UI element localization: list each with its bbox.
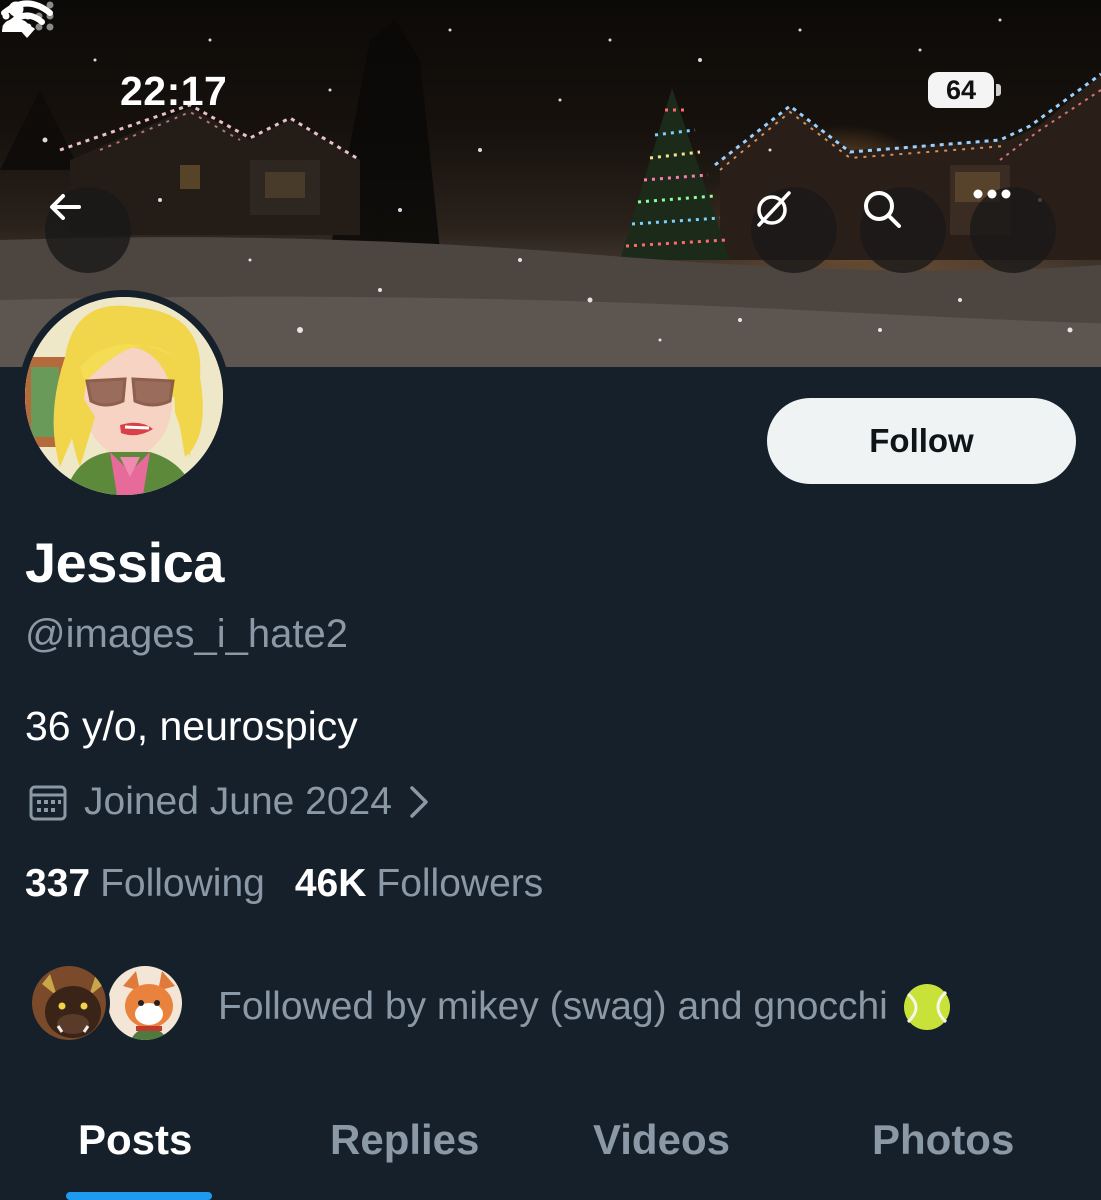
wifi-icon (1, 0, 53, 38)
active-tab-indicator (66, 1192, 212, 1200)
search-icon (864, 191, 901, 228)
followed-by-text[interactable]: Followed by mikey (swag) and gnocchi (218, 982, 952, 1032)
followers-label: Followers (376, 862, 544, 905)
battery-icon: 64 (928, 72, 1001, 108)
tab-replies[interactable]: Replies (330, 1116, 479, 1164)
chevron-right-icon (410, 786, 428, 818)
more-button[interactable] (970, 187, 1056, 273)
more-icon (973, 189, 1011, 199)
followers-link[interactable]: 46K Followers (295, 862, 543, 906)
grok-button[interactable] (751, 187, 837, 273)
follower-avatar-mikey[interactable] (28, 962, 110, 1044)
tab-photos[interactable]: Photos (872, 1116, 1014, 1164)
mikey-avatar-image (32, 966, 106, 1040)
follower-avatar-gnocchi[interactable] (104, 962, 186, 1044)
profile-handle: @images_i_hate2 (25, 612, 349, 656)
grok-icon (757, 191, 791, 227)
back-arrow-icon (50, 194, 81, 220)
tab-videos[interactable]: Videos (593, 1116, 730, 1164)
battery-level: 64 (928, 72, 994, 108)
joined-date: Joined June 2024 (84, 780, 392, 823)
followers-count: 46K (294, 862, 367, 905)
follow-stats: 337 Following 46K Followers (25, 862, 543, 906)
follow-button[interactable]: Follow (767, 398, 1076, 484)
avatar-cartoon-image (25, 297, 223, 495)
profile-bio: 36 y/o, neurospicy (25, 703, 358, 749)
display-name: Jessica (25, 531, 224, 594)
profile-tabs: Posts Replies Videos Photos (0, 1100, 1101, 1200)
tab-posts[interactable]: Posts (78, 1116, 192, 1164)
followed-by-label: Followed by mikey (swag) and gnocchi (218, 985, 888, 1028)
search-button[interactable] (860, 187, 946, 273)
gnocchi-avatar-image (108, 966, 182, 1040)
joined-date-row[interactable]: Joined June 2024 (28, 778, 430, 826)
back-button[interactable] (45, 187, 131, 273)
tennis-ball-icon (903, 984, 950, 1030)
following-label: Following (100, 862, 265, 905)
profile-avatar[interactable] (18, 290, 230, 502)
status-time: 22:17 (120, 68, 228, 114)
calendar-icon (29, 785, 67, 821)
following-link[interactable]: 337 Following (25, 862, 265, 906)
following-count: 337 (25, 862, 91, 905)
